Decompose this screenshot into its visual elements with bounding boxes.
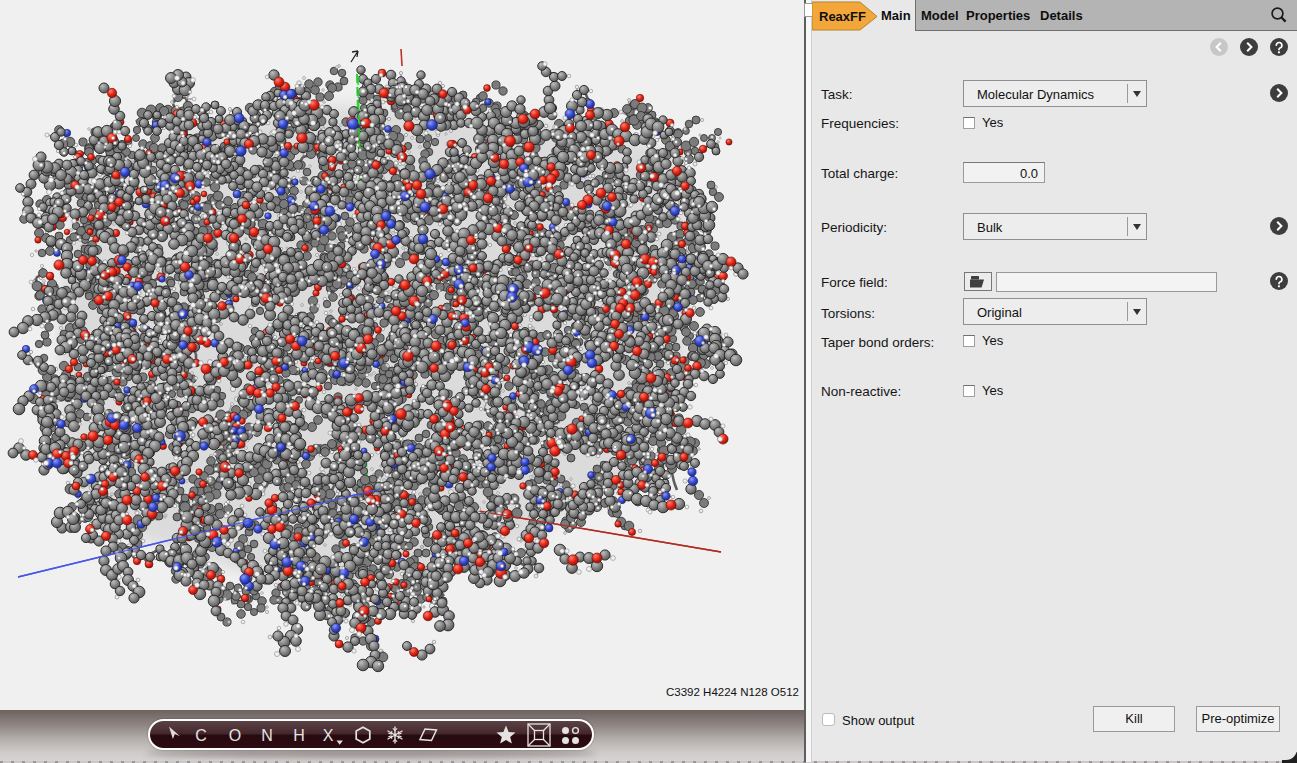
svg-text:C3392 H4224 N128 O512: C3392 H4224 N128 O512 [666, 686, 799, 698]
svg-text:ReaxFF: ReaxFF [819, 9, 866, 24]
svg-text:H: H [293, 727, 305, 744]
svg-text:O: O [229, 727, 241, 744]
svg-text:N: N [261, 727, 273, 744]
svg-text:C: C [195, 727, 207, 744]
svg-text:X: X [323, 727, 334, 744]
